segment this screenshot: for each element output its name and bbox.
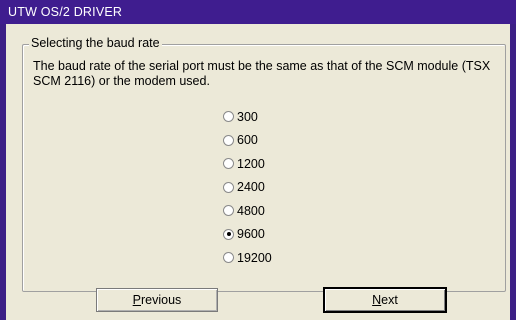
baud-rate-groupbox: Selecting the baud rate The baud rate of… bbox=[22, 36, 506, 292]
baud-option-label: 1200 bbox=[237, 156, 265, 171]
baud-option-2400[interactable]: 2400 bbox=[223, 176, 272, 200]
baud-option-600[interactable]: 600 bbox=[223, 129, 272, 153]
baud-option-300[interactable]: 300 bbox=[223, 105, 272, 129]
window-title: UTW OS/2 DRIVER bbox=[8, 5, 123, 19]
radio-button[interactable] bbox=[223, 205, 234, 217]
radio-button[interactable] bbox=[223, 252, 234, 264]
radio-button[interactable] bbox=[223, 158, 234, 170]
radio-button-selected[interactable] bbox=[223, 228, 234, 240]
baud-option-label: 4800 bbox=[237, 203, 265, 218]
baud-rate-description: The baud rate of the serial port must be… bbox=[33, 59, 491, 88]
radio-button[interactable] bbox=[223, 181, 234, 193]
baud-option-19200[interactable]: 19200 bbox=[223, 246, 272, 270]
baud-option-label: 600 bbox=[237, 133, 258, 148]
baud-option-4800[interactable]: 4800 bbox=[223, 199, 272, 223]
next-button-label: Next bbox=[372, 293, 398, 307]
baud-option-label: 19200 bbox=[237, 250, 272, 265]
dialog-window: UTW OS/2 DRIVER Selecting the baud rate … bbox=[0, 0, 516, 320]
title-bar[interactable]: UTW OS/2 DRIVER bbox=[0, 0, 516, 24]
baud-option-label: 9600 bbox=[237, 227, 265, 242]
dialog-content: Selecting the baud rate The baud rate of… bbox=[6, 24, 510, 320]
radio-button[interactable] bbox=[223, 111, 234, 123]
baud-option-label: 2400 bbox=[237, 180, 265, 195]
previous-button[interactable]: Previous bbox=[96, 288, 218, 312]
baud-option-9600[interactable]: 9600 bbox=[223, 223, 272, 247]
baud-option-label: 300 bbox=[237, 109, 258, 124]
baud-option-1200[interactable]: 1200 bbox=[223, 152, 272, 176]
next-button[interactable]: Next bbox=[324, 288, 446, 312]
previous-button-label: Previous bbox=[132, 293, 182, 307]
groupbox-legend: Selecting the baud rate bbox=[29, 36, 162, 50]
baud-rate-options: 300 600 1200 2400 4800 9600 19200 bbox=[223, 105, 272, 270]
radio-button[interactable] bbox=[223, 134, 234, 146]
